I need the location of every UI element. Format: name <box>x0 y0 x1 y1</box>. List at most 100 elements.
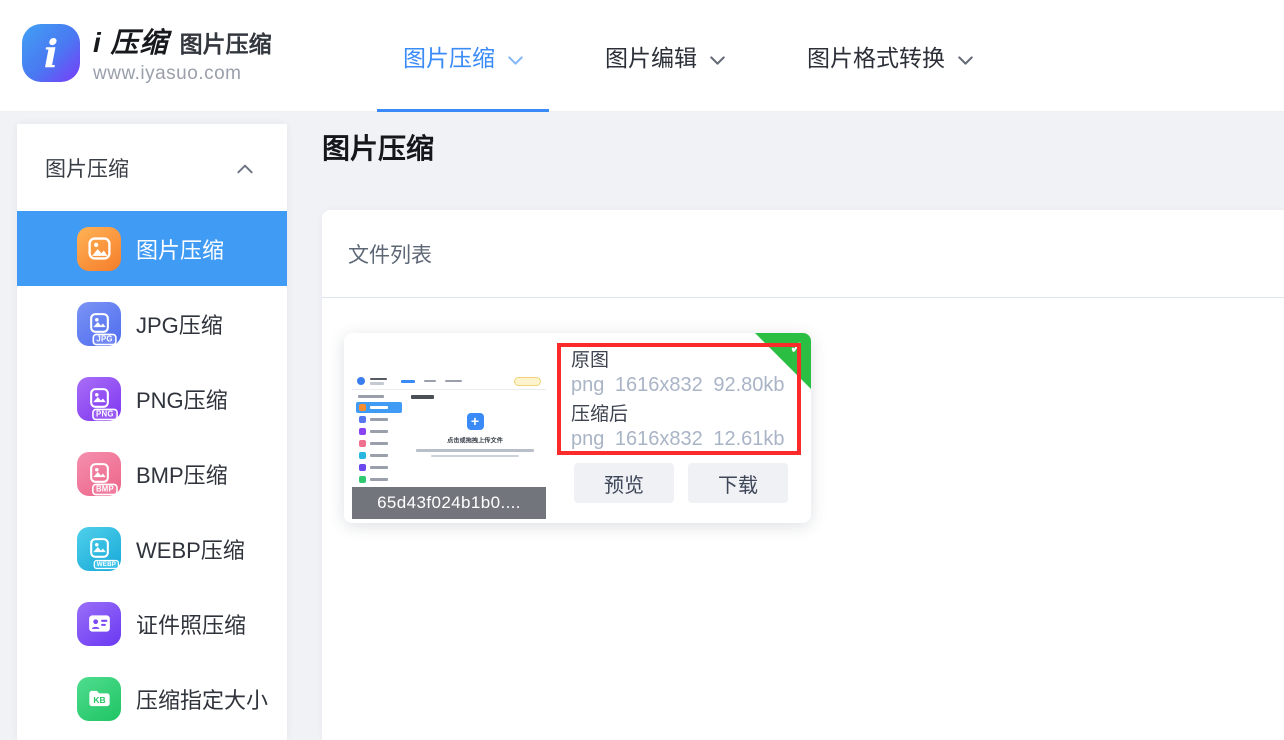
original-info: png 1616x832 92.80kb <box>571 373 797 398</box>
thumb-mini-cta-button <box>514 377 541 386</box>
sidebar-group-header[interactable]: 图片压缩 <box>17 124 287 211</box>
decor-dot <box>359 416 366 423</box>
brand-logo[interactable]: i i 压缩 图片压缩 www.iyasuo.com <box>22 21 272 85</box>
sidebar-item-target-size-compress[interactable]: KB 压缩指定大小 <box>17 661 287 736</box>
sidebar-group-title: 图片压缩 <box>45 153 129 183</box>
decor-dot <box>359 452 366 459</box>
format-badge: BMP <box>92 483 118 495</box>
nav-item-image-compress[interactable]: 图片压缩 <box>377 0 549 112</box>
decor-bar <box>370 466 388 469</box>
nav-item-image-edit[interactable]: 图片编辑 <box>579 0 751 112</box>
chevron-up-icon <box>237 156 253 180</box>
format-badge: PNG <box>92 408 117 420</box>
sidebar-item-image-compress[interactable]: 图片压缩 <box>17 211 287 286</box>
file-card: ✓ <box>344 333 811 523</box>
panel-header: 文件列表 <box>322 210 1284 298</box>
decor-bar <box>370 430 388 433</box>
decor-dot <box>359 464 366 471</box>
download-button[interactable]: 下载 <box>688 463 788 503</box>
decor-bar <box>431 455 519 458</box>
nav-item-label: 图片编辑 <box>605 39 697 73</box>
brand-website: www.iyasuo.com <box>93 63 272 85</box>
sidebar-item-label: JPG压缩 <box>136 308 223 340</box>
thumb-mini-sidebar <box>352 390 404 487</box>
sidebar-item-png-compress[interactable]: PNG PNG压缩 <box>17 361 287 436</box>
format-badge: WEBP <box>94 559 120 568</box>
nav-item-format-convert[interactable]: 图片格式转换 <box>781 0 999 112</box>
decor-bar <box>370 382 384 385</box>
sidebar-item-id-photo-compress[interactable]: 证件照压缩 <box>17 586 287 661</box>
decor-bar <box>358 395 384 398</box>
decor-dot <box>359 440 366 447</box>
panel-title: 文件列表 <box>348 239 432 269</box>
format-badge: JPG <box>93 333 117 345</box>
top-nav: 图片压缩 图片编辑 图片格式转换 <box>377 0 999 112</box>
file-list-panel: 文件列表 ✓ <box>322 210 1284 740</box>
page-title: 图片压缩 <box>322 127 434 167</box>
sidebar-item-jpg-compress[interactable]: JPG JPG压缩 <box>17 286 287 361</box>
preview-button[interactable]: 预览 <box>574 463 674 503</box>
png-compress-icon: PNG <box>77 377 121 421</box>
decor-bar <box>370 442 388 445</box>
thumb-mini-item <box>356 414 402 425</box>
thumb-mini-item <box>356 462 402 473</box>
thumb-mini-item <box>356 426 402 437</box>
thumb-decor <box>370 378 387 385</box>
sidebar-item-webp-compress[interactable]: WEBP WEBP压缩 <box>17 511 287 586</box>
svg-text:KB: KB <box>93 695 105 705</box>
decor-bar <box>370 478 388 481</box>
decor-dot <box>359 476 366 483</box>
thumbnail-preview: + 点击或拖拽上传文件 <box>352 373 546 487</box>
sidebar: 图片压缩 图片压缩 JPG JPG压缩 PNG PNG压缩 BMP BMP压缩 <box>17 124 287 740</box>
kb-folder-icon: KB <box>77 677 121 721</box>
thumb-mini-logo <box>357 377 365 385</box>
compressed-info: png 1616x832 12.61kb <box>571 427 797 452</box>
id-photo-icon <box>77 602 121 646</box>
decor-bar <box>370 454 388 457</box>
sidebar-item-label: 压缩指定大小 <box>136 683 268 715</box>
sidebar-item-label: 图片压缩 <box>136 233 224 265</box>
decor-dot <box>359 404 366 411</box>
decor-bar <box>370 418 388 421</box>
sidebar-item-bmp-compress[interactable]: BMP BMP压缩 <box>17 436 287 511</box>
file-thumbnail[interactable]: + 点击或拖拽上传文件 65d43f024b1b0.... <box>352 373 546 519</box>
chevron-down-icon <box>710 44 725 71</box>
decor-bar <box>411 395 434 399</box>
app-header: i i 压缩 图片压缩 www.iyasuo.com 图片压缩 图片编辑 图片格… <box>0 0 1284 112</box>
sidebar-item-label: 证件照压缩 <box>136 608 246 640</box>
sidebar-item-label: BMP压缩 <box>136 458 228 490</box>
thumb-upload-text: 点击或拖拽上传文件 <box>447 435 503 444</box>
compressed-label: 压缩后 <box>571 403 797 427</box>
original-label: 原图 <box>571 349 797 373</box>
thumb-mini-header <box>352 373 546 390</box>
thumb-mini-item <box>356 438 402 449</box>
bmp-compress-icon: BMP <box>77 452 121 496</box>
plus-icon: + <box>467 413 484 430</box>
nav-item-label: 图片格式转换 <box>807 39 945 73</box>
sidebar-item-label: PNG压缩 <box>136 383 228 415</box>
thumb-mini-body: + 点击或拖拽上传文件 <box>352 390 546 487</box>
image-compress-icon <box>77 227 121 271</box>
jpg-compress-icon: JPG <box>77 302 121 346</box>
decor-bar <box>401 380 415 383</box>
thumb-mini-nav <box>401 380 462 383</box>
brand-product: 图片压缩 <box>180 25 272 59</box>
chevron-down-icon <box>508 44 523 71</box>
webp-compress-icon: WEBP <box>77 527 121 571</box>
thumb-mini-main: + 点击或拖拽上传文件 <box>404 390 546 487</box>
thumb-mini-upload-area: + 点击或拖拽上传文件 <box>404 413 546 457</box>
thumb-mini-item <box>356 474 402 485</box>
sidebar-item-label: WEBP压缩 <box>136 533 245 565</box>
chevron-down-icon <box>958 44 973 71</box>
nav-item-label: 图片压缩 <box>403 39 495 73</box>
decor-bar <box>416 449 534 452</box>
thumb-mini-item <box>356 402 402 413</box>
decor-bar <box>445 380 462 383</box>
brand-logo-text: i 压缩 图片压缩 www.iyasuo.com <box>93 21 272 85</box>
decor-dot <box>359 428 366 435</box>
highlight-box: 原图 png 1616x832 92.80kb 压缩后 png 1616x832… <box>557 343 801 455</box>
decor-bar <box>370 406 388 409</box>
thumb-mini-item <box>356 450 402 461</box>
decor-bar <box>370 378 387 381</box>
decor-bar <box>424 380 436 383</box>
